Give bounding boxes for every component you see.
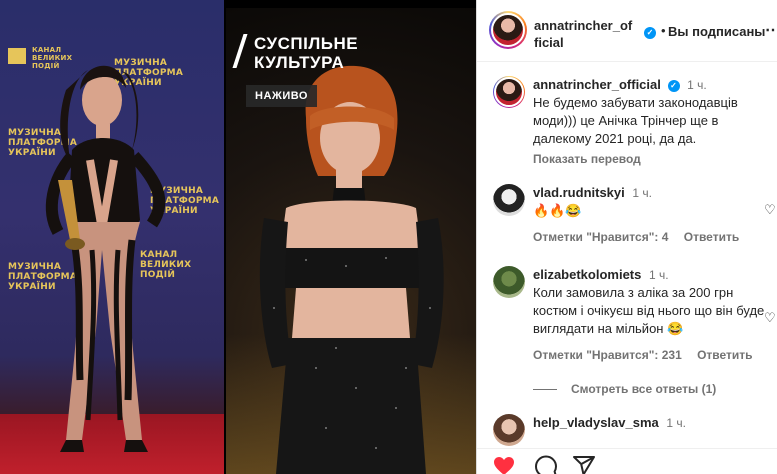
comment-like-heart-icon[interactable]: ♡	[764, 310, 776, 326]
author-avatar[interactable]	[489, 11, 527, 49]
caption-avatar[interactable]	[493, 76, 525, 108]
comment-username[interactable]: elizabetkolomiets	[533, 267, 641, 282]
verified-badge-icon: ✓	[667, 80, 680, 92]
post-action-bar	[477, 448, 777, 474]
broadcast-logo: СУСПІЛЬНЕ КУЛЬТУРА	[232, 34, 358, 72]
reply-button[interactable]: Ответить	[684, 230, 739, 244]
post-media[interactable]: КАНАЛ ВЕЛИКИХ ПОДІЙ МУЗИЧНА ПЛАТФОРМА УК…	[0, 0, 476, 474]
show-translation-link[interactable]: Показать перевод	[533, 150, 773, 168]
comment-text: 🔥🔥😂	[533, 203, 582, 218]
caption-username[interactable]: annatrincher_official	[533, 77, 661, 92]
following-button[interactable]: Вы подписаны	[668, 24, 765, 39]
performer-figure	[259, 65, 444, 474]
comment-likes-count[interactable]: Отметки "Нравится": 231	[533, 348, 682, 362]
photo-right-panel: СУСПІЛЬНЕ КУЛЬТУРА НАЖИВО	[226, 8, 476, 474]
more-options-icon[interactable]: ⋯	[765, 20, 777, 40]
view-replies-button[interactable]: Смотреть все ответы (1)	[533, 382, 716, 396]
commenter-avatar[interactable]	[493, 414, 525, 446]
commenter-avatar[interactable]	[493, 266, 525, 298]
comment-username[interactable]: help_vladyslav_sma	[533, 415, 659, 430]
like-heart-icon[interactable]	[491, 454, 517, 474]
post-side-panel: annatrincher_of ficial ✓ • Вы подписаны …	[476, 0, 777, 474]
share-icon[interactable]	[571, 454, 597, 474]
comment-time[interactable]: 1 ч.	[649, 268, 669, 282]
live-badge: НАЖИВО	[246, 85, 317, 107]
comment-username[interactable]: vlad.rudnitskyi	[533, 185, 625, 200]
comment-text: Коли замовила з аліка за 200 грн костюм …	[533, 285, 765, 336]
comment-likes-count[interactable]: Отметки "Нравится": 4	[533, 230, 668, 244]
photo-left-panel: КАНАЛ ВЕЛИКИХ ПОДІЙ МУЗИЧНА ПЛАТФОРМА УК…	[0, 0, 224, 474]
comment-time[interactable]: 1 ч.	[666, 416, 686, 430]
woman-figure	[45, 65, 166, 452]
header-separator: •	[661, 23, 666, 38]
commenter-avatar[interactable]	[493, 184, 525, 216]
replies-divider	[533, 389, 557, 391]
post-header: annatrincher_of ficial ✓ • Вы подписаны …	[477, 0, 777, 62]
caption-time[interactable]: 1 ч.	[687, 78, 707, 92]
comment-like-heart-icon[interactable]: ♡	[764, 202, 776, 218]
author-username[interactable]: annatrincher_of ficial	[534, 17, 644, 51]
caption-text: Не будемо забувати законодавців моди))) …	[533, 95, 738, 146]
comment-time[interactable]: 1 ч.	[632, 186, 652, 200]
verified-badge-icon: ✓	[644, 27, 656, 39]
comment-icon[interactable]	[533, 454, 559, 474]
reply-button[interactable]: Ответить	[697, 348, 752, 362]
